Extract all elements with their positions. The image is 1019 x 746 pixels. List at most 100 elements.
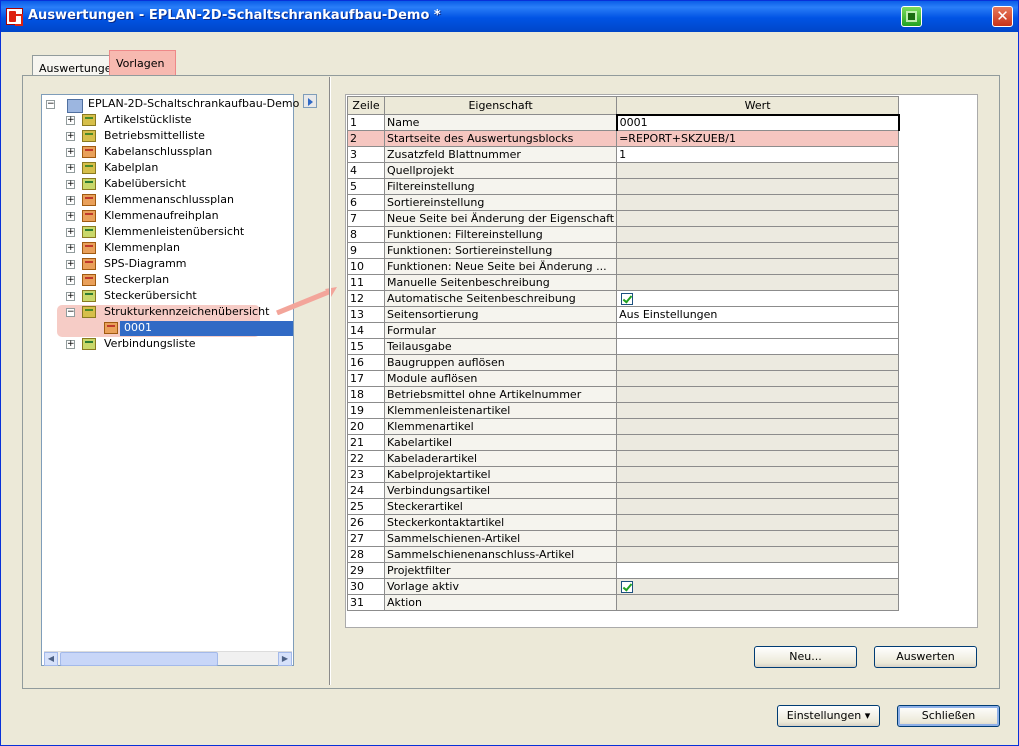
grid-row[interactable]: 21 Kabelartikel <box>347 434 900 451</box>
scroll-thumb[interactable] <box>60 652 218 666</box>
property-value[interactable] <box>616 482 900 499</box>
window-menu-icon[interactable] <box>901 6 922 27</box>
tab-vorlagen[interactable]: Vorlagen <box>109 50 176 76</box>
property-value[interactable] <box>616 386 900 403</box>
expand-icon[interactable]: + <box>66 228 75 237</box>
new-button[interactable]: Neu... <box>754 646 857 668</box>
grid-row[interactable]: 6 Sortiereinstellung <box>347 194 900 211</box>
pane-splitter[interactable] <box>329 77 331 685</box>
property-value[interactable] <box>616 194 900 211</box>
property-value[interactable] <box>616 578 900 595</box>
grid-row[interactable]: 19 Klemmenleistenartikel <box>347 402 900 419</box>
grid-row[interactable]: 16 Baugruppen auflösen <box>347 354 900 371</box>
property-value[interactable] <box>616 466 900 483</box>
grid-row[interactable]: 1 Name 0001 <box>347 113 900 131</box>
grid-row[interactable]: 7 Neue Seite bei Änderung der Eigenschaft <box>347 210 900 227</box>
grid-row[interactable]: 30 Vorlage aktiv <box>347 578 900 595</box>
grid-row[interactable]: 20 Klemmenartikel <box>347 418 900 435</box>
checkbox-checked-icon[interactable] <box>621 293 634 305</box>
scroll-left-icon[interactable]: ◀ <box>44 652 58 666</box>
property-value[interactable] <box>616 338 900 355</box>
property-value[interactable] <box>616 370 900 387</box>
property-value[interactable] <box>616 434 900 451</box>
col-eigenschaft[interactable]: Eigenschaft <box>383 96 618 115</box>
collapse-icon[interactable]: − <box>46 100 55 109</box>
collapse-icon[interactable]: − <box>66 308 75 317</box>
property-value[interactable] <box>616 274 900 291</box>
grid-row[interactable]: 28 Sammelschienenanschluss-Artikel <box>347 546 900 563</box>
property-value[interactable] <box>616 546 900 563</box>
grid-row[interactable]: 29 Projektfilter <box>347 562 900 579</box>
expand-arrow-button[interactable] <box>303 94 317 108</box>
property-value[interactable] <box>616 514 900 531</box>
expand-icon[interactable]: + <box>66 164 75 173</box>
horizontal-scrollbar[interactable]: ◀ ▶ <box>44 651 292 666</box>
property-value[interactable] <box>616 226 900 243</box>
grid-row[interactable]: 13 Seitensortierung Aus Einstellungen <box>347 306 900 323</box>
grid-row[interactable]: 22 Kabeladerartikel <box>347 450 900 467</box>
expand-icon[interactable]: + <box>66 148 75 157</box>
property-value[interactable] <box>616 562 900 579</box>
expand-icon[interactable]: + <box>66 260 75 269</box>
grid-row[interactable]: 9 Funktionen: Sortiereinstellung <box>347 242 900 259</box>
property-value[interactable] <box>616 210 900 227</box>
close-button-label: Schließen <box>921 709 976 722</box>
grid-row[interactable]: 11 Manuelle Seitenbeschreibung <box>347 274 900 291</box>
property-value[interactable] <box>616 178 900 195</box>
row-number: 3 <box>347 146 385 163</box>
grid-row[interactable]: 24 Verbindungsartikel <box>347 482 900 499</box>
property-value[interactable] <box>616 162 900 179</box>
expand-icon[interactable]: + <box>66 244 75 253</box>
evaluate-button[interactable]: Auswerten <box>874 646 977 668</box>
settings-dropdown-button[interactable]: Einstellungen ▾ <box>777 705 880 727</box>
expand-icon[interactable]: + <box>66 116 75 125</box>
expand-icon[interactable]: + <box>66 212 75 221</box>
property-value[interactable] <box>616 450 900 467</box>
close-window-button[interactable]: ✕ <box>992 6 1013 27</box>
grid-row[interactable]: 14 Formular <box>347 322 900 339</box>
property-value[interactable] <box>616 498 900 515</box>
property-name: Betriebsmittel ohne Artikelnummer <box>383 386 618 403</box>
grid-row[interactable]: 2 Startseite des Auswertungsblocks =REPORT… <box>347 130 900 147</box>
property-value[interactable]: 0001 <box>615 113 900 131</box>
col-wert[interactable]: Wert <box>616 96 900 115</box>
grid-row[interactable]: 23 Kabelprojektartikel <box>347 466 900 483</box>
checkbox-checked-icon[interactable] <box>621 581 634 593</box>
property-value[interactable]: 1 <box>616 146 900 163</box>
property-value[interactable] <box>616 322 900 339</box>
grid-row[interactable]: 5 Filtereinstellung <box>347 178 900 195</box>
grid-row[interactable]: 8 Funktionen: Filtereinstellung <box>347 226 900 243</box>
tab-auswertungen[interactable]: Auswertungen <box>32 55 119 76</box>
grid-row[interactable]: 10 Funktionen: Neue Seite bei Änderung ..… <box>347 258 900 275</box>
expand-icon[interactable]: + <box>66 180 75 189</box>
property-value[interactable] <box>616 290 900 307</box>
expand-icon[interactable]: + <box>66 292 75 301</box>
grid-row[interactable]: 4 Quellprojekt <box>347 162 900 179</box>
expand-icon[interactable]: + <box>66 340 75 349</box>
property-value[interactable] <box>616 594 900 611</box>
property-value[interactable] <box>616 530 900 547</box>
grid-row[interactable]: 3 Zusatzfeld Blattnummer 1 <box>347 146 900 163</box>
expand-icon[interactable]: + <box>66 132 75 141</box>
grid-row[interactable]: 12 Automatische Seitenbeschreibung <box>347 290 900 307</box>
expand-icon[interactable]: + <box>66 276 75 285</box>
grid-row[interactable]: 17 Module auflösen <box>347 370 900 387</box>
property-value[interactable]: =REPORT+SKZUEB/1 <box>616 130 900 147</box>
property-value[interactable] <box>616 242 900 259</box>
close-button[interactable]: Schließen <box>897 705 1000 727</box>
expand-icon[interactable]: + <box>66 196 75 205</box>
grid-row[interactable]: 31 Aktion <box>347 594 900 611</box>
property-value[interactable]: Aus Einstellungen <box>616 306 900 323</box>
property-value[interactable] <box>616 354 900 371</box>
grid-row[interactable]: 27 Sammelschienen-Artikel <box>347 530 900 547</box>
grid-row[interactable]: 25 Steckerartikel <box>347 498 900 515</box>
property-value[interactable] <box>616 418 900 435</box>
grid-row[interactable]: 18 Betriebsmittel ohne Artikelnummer <box>347 386 900 403</box>
property-value[interactable] <box>616 402 900 419</box>
property-value[interactable] <box>616 258 900 275</box>
scroll-right-icon[interactable]: ▶ <box>278 652 292 666</box>
col-zeile[interactable]: Zeile <box>347 96 385 115</box>
row-number: 10 <box>347 258 385 275</box>
grid-row[interactable]: 26 Steckerkontaktartikel <box>347 514 900 531</box>
grid-row[interactable]: 15 Teilausgabe <box>347 338 900 355</box>
